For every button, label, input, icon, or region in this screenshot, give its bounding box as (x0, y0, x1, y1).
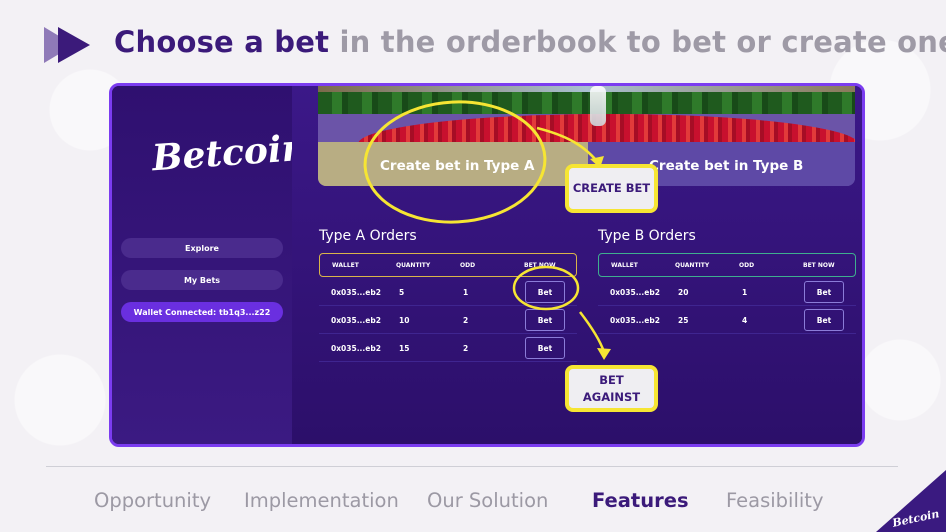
footer-divider (46, 466, 898, 467)
bet-button[interactable]: Bet (804, 309, 844, 331)
wallet-cell: 0x035...eb2 (610, 288, 660, 297)
bet-against-callout: BET AGAINST (565, 365, 658, 412)
create-bet-callout: CREATE BET (565, 164, 658, 213)
wallet-cell: 0x035...eb2 (331, 344, 381, 353)
quantity-cell: 5 (399, 288, 405, 297)
odd-cell: 4 (742, 316, 748, 325)
sidebar-item-explore[interactable]: Explore (121, 238, 283, 258)
hero-fountain (590, 86, 606, 126)
col-odd: ODD (460, 262, 476, 269)
play-arrow-icon (44, 27, 90, 63)
quantity-cell: 20 (678, 288, 689, 297)
app-screenshot-frame: Betcoin Explore My Bets Wallet Connected… (109, 83, 865, 447)
wallet-connected-button[interactable]: Wallet Connected: tb1q3...z22 (121, 302, 283, 322)
nav-our-solution[interactable]: Our Solution (427, 489, 548, 512)
hero-flowerbed (358, 114, 855, 144)
headline-rest: in the orderbook to bet or create one (329, 25, 946, 59)
type-b-orders-title: Type B Orders (598, 228, 696, 244)
betcoin-logo: Betcoin (150, 126, 310, 180)
odd-cell: 1 (463, 288, 469, 297)
col-bet-now: BET NOW (524, 262, 556, 269)
wallet-cell: 0x035...eb2 (331, 316, 381, 325)
quantity-cell: 10 (399, 316, 410, 325)
bet-button[interactable]: Bet (804, 281, 844, 303)
nav-implementation[interactable]: Implementation (244, 489, 399, 512)
nav-features[interactable]: Features (592, 489, 689, 512)
create-bet-type-a-button[interactable]: Create bet in Type A (380, 158, 534, 174)
table-row: 0x035...eb2 5 1 Bet (319, 278, 577, 306)
bet-button[interactable]: Bet (525, 281, 565, 303)
odd-cell: 2 (463, 316, 469, 325)
col-quantity: QUANTITY (675, 262, 710, 269)
bet-button[interactable]: Bet (525, 337, 565, 359)
quantity-cell: 25 (678, 316, 689, 325)
col-quantity: QUANTITY (396, 262, 431, 269)
col-wallet: WALLET (332, 262, 359, 269)
type-a-orders-title: Type A Orders (319, 228, 417, 244)
col-odd: ODD (739, 262, 755, 269)
nav-feasibility[interactable]: Feasibility (726, 489, 824, 512)
col-bet-now: BET NOW (803, 262, 835, 269)
odd-cell: 2 (463, 344, 469, 353)
type-b-table-header: WALLET QUANTITY ODD BET NOW (598, 253, 856, 277)
slide-headline: Choose a bet in the orderbook to bet or … (114, 25, 946, 59)
sidebar-item-my-bets[interactable]: My Bets (121, 270, 283, 290)
odd-cell: 1 (742, 288, 748, 297)
wallet-cell: 0x035...eb2 (331, 288, 381, 297)
table-row: 0x035...eb2 10 2 Bet (319, 306, 577, 334)
quantity-cell: 15 (399, 344, 410, 353)
table-row: 0x035...eb2 25 4 Bet (598, 306, 856, 334)
col-wallet: WALLET (611, 262, 638, 269)
wallet-cell: 0x035...eb2 (610, 316, 660, 325)
bet-button[interactable]: Bet (525, 309, 565, 331)
app-sidebar: Betcoin Explore My Bets Wallet Connected… (112, 86, 309, 444)
table-row: 0x035...eb2 20 1 Bet (598, 278, 856, 306)
headline-strong: Choose a bet (114, 25, 330, 59)
hero-trees (318, 92, 855, 114)
nav-opportunity[interactable]: Opportunity (94, 489, 211, 512)
table-row: 0x035...eb2 15 2 Bet (319, 334, 577, 362)
create-bet-type-b-button[interactable]: Create bet in Type B (649, 158, 803, 174)
type-a-table-header: WALLET QUANTITY ODD BET NOW (319, 253, 577, 277)
